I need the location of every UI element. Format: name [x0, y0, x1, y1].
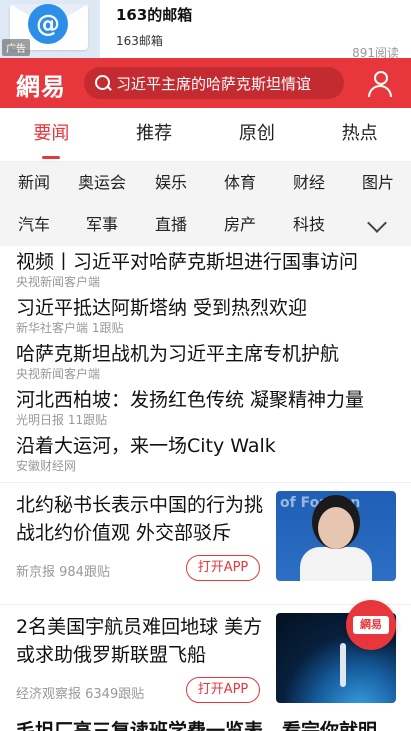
- news-thumbnail: of Foreign: [276, 491, 396, 581]
- news-title: 习近平抵达阿斯塔纳 受到热烈欢迎: [16, 297, 308, 319]
- tab-original[interactable]: 原创: [206, 108, 309, 161]
- channel-military[interactable]: 军事: [74, 204, 130, 246]
- ad-banner[interactable]: @ 广告 163的邮箱 163邮箱 891阅读: [0, 0, 411, 60]
- news-item[interactable]: 哈萨克斯坦战机为习近平主席专机护航 央视新闻客户端: [16, 342, 401, 382]
- ad-subtitle: 163邮箱: [116, 34, 163, 48]
- news-title: 河北西柏坡：发扬红色传统 凝聚精神力量: [16, 389, 365, 411]
- news-title: 沿着大运河，来一场City Walk: [16, 435, 276, 457]
- channel-photos[interactable]: 图片: [350, 162, 406, 204]
- news-source: 光明日报 11跟贴: [16, 413, 108, 427]
- spacecraft-image: [340, 643, 346, 687]
- news-title: 视频丨习近平对哈萨克斯坦进行国事访问: [16, 251, 359, 273]
- top-header: 網易 习近平主席的哈萨克斯坦情谊: [0, 58, 411, 108]
- floating-app-logo: 網易: [353, 616, 389, 634]
- floating-app-button[interactable]: 網易: [346, 600, 396, 650]
- news-item[interactable]: 习近平抵达阿斯塔纳 受到热烈欢迎 新华社客户端 1跟贴: [16, 296, 401, 336]
- tab-headlines[interactable]: 要闻: [0, 108, 103, 161]
- open-app-button[interactable]: 打开APP: [186, 555, 260, 581]
- news-title: 2名美国宇航员难回地球 美方或求助俄罗斯联盟飞船: [16, 616, 263, 666]
- tab-hot[interactable]: 热点: [308, 108, 411, 161]
- channel-row: 新闻 奥运会 娱乐 体育 财经 图片: [0, 162, 411, 204]
- ad-title: 163的邮箱: [116, 6, 193, 24]
- search-icon: [94, 74, 112, 92]
- tab-recommend[interactable]: 推荐: [103, 108, 206, 161]
- channel-entertainment[interactable]: 娱乐: [143, 162, 199, 204]
- channel-realestate[interactable]: 房产: [212, 204, 268, 246]
- news-card[interactable]: 北约秘书长表示中国的行为挑战北约价值观 外交部驳斥 新京报 984跟贴 打开AP…: [0, 482, 411, 602]
- channel-grid: 新闻 奥运会 娱乐 体育 财经 图片 汽车 军事 直播 房产 科技: [0, 162, 411, 246]
- channel-auto[interactable]: 汽车: [6, 204, 62, 246]
- news-item[interactable]: 沿着大运河，来一场City Walk 安徽财经网: [16, 434, 401, 474]
- mail-at-icon: @: [28, 4, 68, 44]
- chevron-down-icon[interactable]: [367, 213, 387, 233]
- search-bar[interactable]: 习近平主席的哈萨克斯坦情谊: [84, 67, 344, 99]
- channel-finance[interactable]: 财经: [281, 162, 337, 204]
- news-source: 央视新闻客户端: [16, 367, 101, 381]
- channel-live[interactable]: 直播: [143, 204, 199, 246]
- search-hot-word: 习近平主席的哈萨克斯坦情谊: [116, 74, 312, 93]
- news-source: 安徽财经网: [16, 459, 77, 473]
- news-title: 哈萨克斯坦战机为习近平主席专机护航: [16, 343, 340, 365]
- news-source: 新华社客户端 1跟贴: [16, 321, 124, 335]
- open-app-button[interactable]: 打开APP: [186, 677, 260, 703]
- spokesperson-figure: [300, 547, 372, 581]
- news-source: 央视新闻客户端: [16, 275, 101, 289]
- news-source: 经济观察报 6349跟贴: [16, 687, 145, 702]
- thumbnail-background-text: of Foreign: [280, 495, 361, 511]
- news-title-partial[interactable]: 毛坦厂高三复读班学费一览表，看完你就明: [16, 716, 377, 731]
- news-item[interactable]: 河北西柏坡：发扬红色传统 凝聚精神力量 光明日报 11跟贴: [16, 388, 401, 428]
- netease-logo[interactable]: 網易: [16, 67, 66, 102]
- ad-thumbnail: @ 广告: [0, 0, 100, 58]
- news-title: 北约秘书长表示中国的行为挑战北约价值观 外交部驳斥: [16, 494, 264, 544]
- channel-news[interactable]: 新闻: [6, 162, 62, 204]
- channel-olympics[interactable]: 奥运会: [64, 162, 140, 204]
- channel-row: 汽车 军事 直播 房产 科技: [0, 204, 411, 246]
- main-tabs: 要闻 推荐 原创 热点: [0, 108, 411, 162]
- ad-tag: 广告: [2, 39, 30, 56]
- channel-sports[interactable]: 体育: [212, 162, 268, 204]
- news-source: 新京报 984跟贴: [16, 565, 110, 580]
- spokesperson-head: [318, 507, 354, 549]
- channel-tech[interactable]: 科技: [281, 204, 337, 246]
- user-icon[interactable]: [367, 70, 393, 97]
- news-item[interactable]: 视频丨习近平对哈萨克斯坦进行国事访问 央视新闻客户端: [16, 250, 401, 290]
